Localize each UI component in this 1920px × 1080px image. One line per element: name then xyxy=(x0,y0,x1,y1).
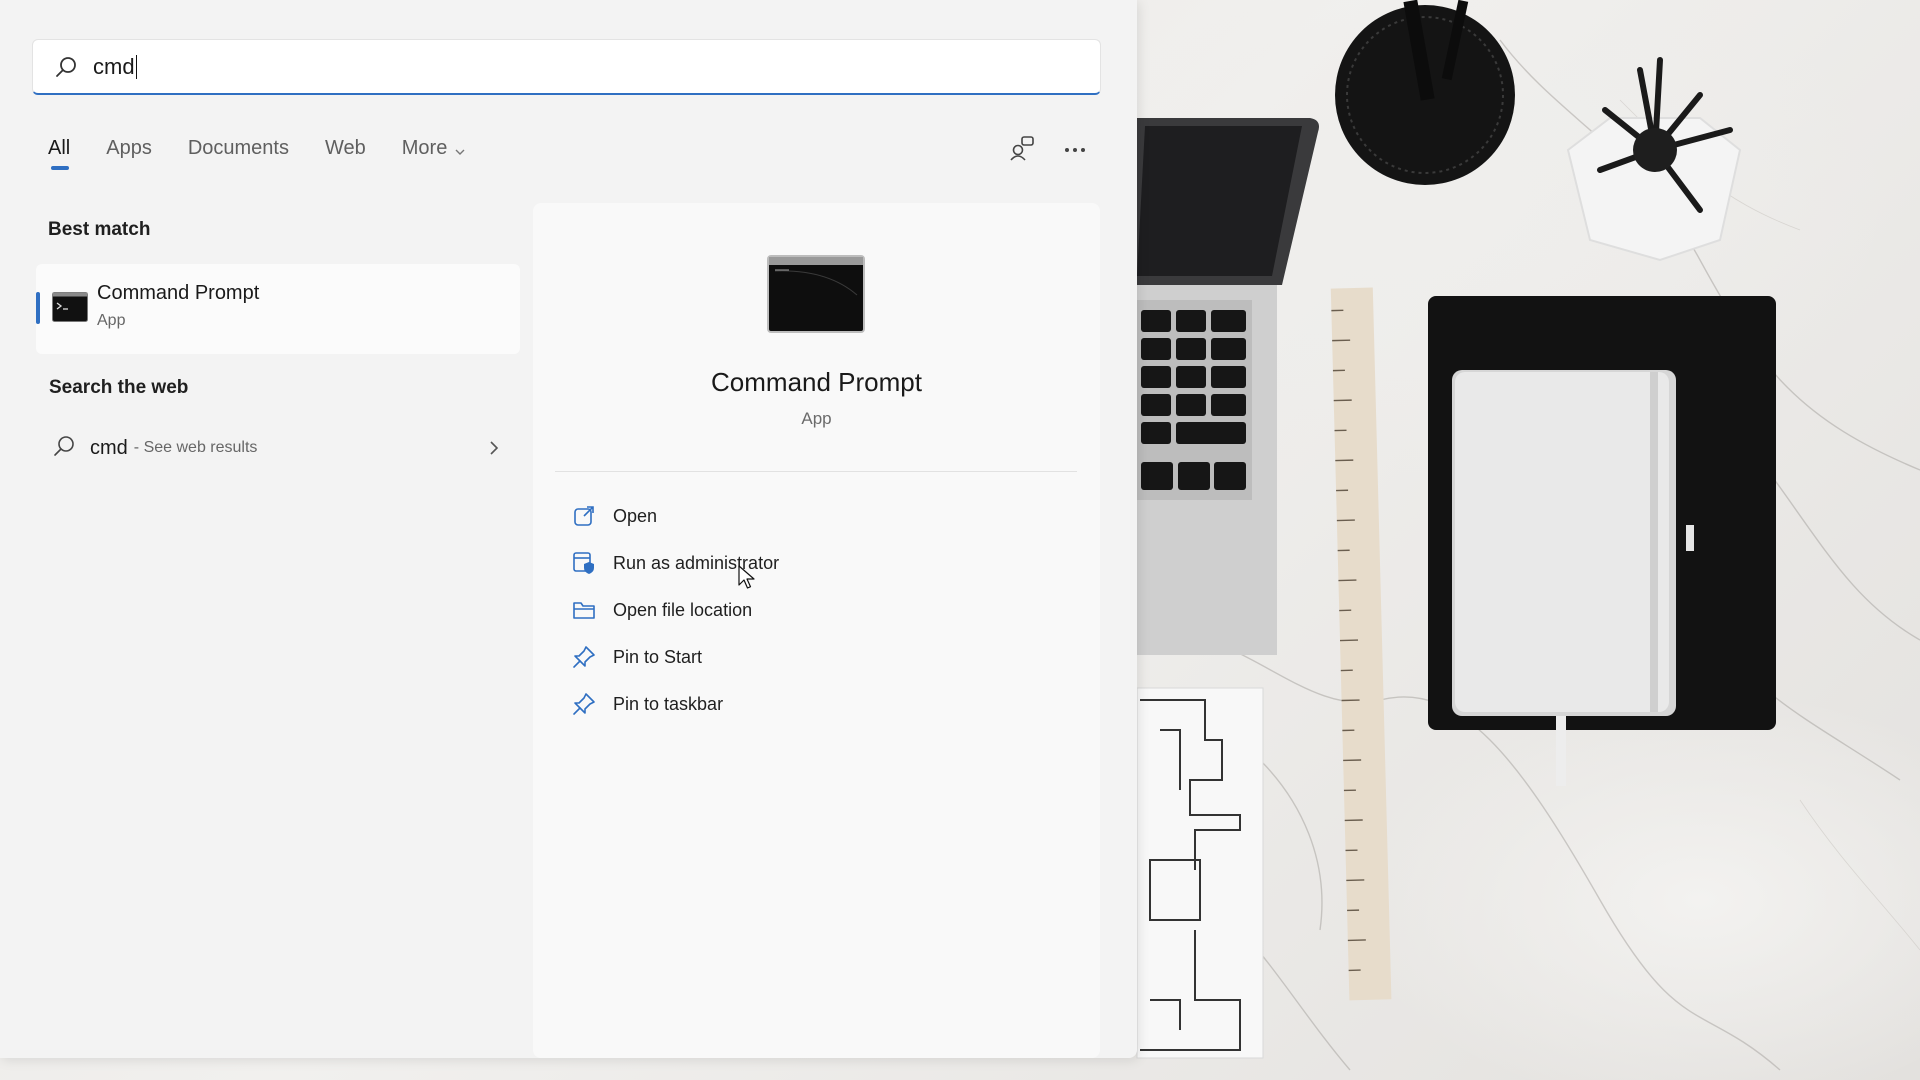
action-pin-to-taskbar[interactable]: Pin to taskbar xyxy=(571,684,1051,724)
action-pin-to-start-label: Pin to Start xyxy=(613,646,703,667)
web-search-hint: - See web results xyxy=(133,439,258,456)
command-prompt-large-icon xyxy=(767,255,865,338)
action-run-as-administrator[interactable]: Run as administrator xyxy=(571,543,1051,583)
tab-web[interactable]: Web xyxy=(325,130,366,176)
preview-title: Command Prompt xyxy=(711,367,922,397)
tab-apps-label: Apps xyxy=(106,137,152,159)
action-pin-to-start[interactable]: Pin to Start xyxy=(571,637,1051,677)
pin-icon xyxy=(571,644,597,670)
tab-more[interactable]: More xyxy=(402,130,467,176)
result-preview-pane: Command Prompt App Open Run as administr… xyxy=(533,203,1100,1058)
mouse-cursor-icon xyxy=(738,565,756,596)
best-match-result[interactable]: Command Prompt App xyxy=(36,264,520,354)
action-open[interactable]: Open xyxy=(571,496,1051,536)
web-search-result[interactable]: cmd - See web results xyxy=(52,428,500,468)
more-options-icon xyxy=(1063,141,1087,159)
search-icon xyxy=(52,434,76,463)
action-open-file-location-label: Open file location xyxy=(613,599,753,620)
result-name: Command Prompt xyxy=(97,282,260,304)
search-input[interactable]: cmd xyxy=(32,39,1101,95)
account-share-button[interactable] xyxy=(1002,130,1042,170)
open-external-icon xyxy=(571,503,597,529)
chevron-down-icon xyxy=(454,134,466,170)
tab-apps[interactable]: Apps xyxy=(106,130,152,176)
chevron-right-icon xyxy=(488,438,500,463)
tab-web-label: Web xyxy=(324,137,366,159)
text-caret xyxy=(135,54,137,79)
selection-indicator xyxy=(36,292,40,324)
preview-divider xyxy=(555,471,1077,472)
command-prompt-icon xyxy=(52,292,88,327)
tab-more-label: More xyxy=(401,137,448,159)
search-query-text: cmd xyxy=(93,53,135,79)
result-kind: App xyxy=(97,312,126,329)
preview-subtitle: App xyxy=(801,409,832,428)
folder-icon xyxy=(571,597,597,623)
tab-documents[interactable]: Documents xyxy=(188,130,289,176)
account-share-icon xyxy=(1009,135,1035,166)
tab-all-label: All xyxy=(48,137,71,159)
search-web-heading: Search the web xyxy=(49,377,189,398)
web-search-term: cmd xyxy=(90,436,128,459)
pin-icon xyxy=(571,691,597,717)
search-flyout: cmd All Apps Documents Web More Best mat… xyxy=(0,0,1137,1058)
tab-all[interactable]: All xyxy=(48,130,70,176)
tab-documents-label: Documents xyxy=(187,137,289,159)
search-icon xyxy=(53,54,79,80)
shield-admin-icon xyxy=(571,550,597,576)
action-pin-to-taskbar-label: Pin to taskbar xyxy=(613,693,724,714)
action-open-label: Open xyxy=(613,505,658,526)
more-options-button[interactable] xyxy=(1055,130,1095,170)
best-match-heading: Best match xyxy=(48,219,151,240)
search-input-value: cmd xyxy=(93,54,137,80)
action-open-file-location[interactable]: Open file location xyxy=(571,590,1051,630)
search-filter-tabs: All Apps Documents Web More xyxy=(48,130,502,180)
